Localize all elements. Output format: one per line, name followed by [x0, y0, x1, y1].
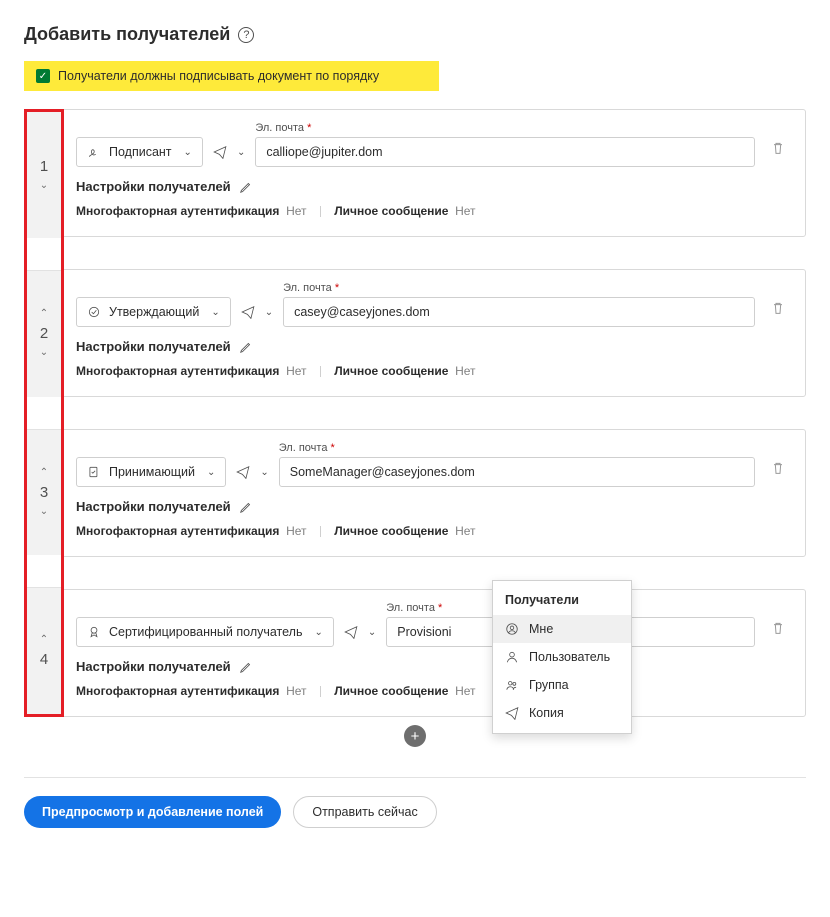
paper-plane-icon — [344, 625, 358, 639]
sign-in-order-row[interactable]: ✓ Получатели должны подписывать документ… — [24, 61, 439, 91]
send-now-button[interactable]: Отправить сейчас — [293, 796, 436, 828]
user-icon — [505, 650, 519, 664]
trash-icon[interactable] — [770, 460, 786, 476]
group-icon — [505, 678, 519, 692]
email-label: Эл. почта * — [283, 282, 755, 294]
recipient-card: Принимающий ⌄ ⌄ Эл. почта * Н — [61, 429, 806, 557]
paper-plane-icon — [236, 465, 250, 479]
recipient-card: Утверждающий ⌄ ⌄ Эл. почта * — [61, 269, 806, 397]
recipient-card: Подписант ⌄ ⌄ Эл. почта * Нас — [61, 109, 806, 237]
order-handle[interactable]: ⌃ 3 ⌄ — [27, 429, 61, 556]
chevron-up-icon[interactable]: ⌃ — [40, 468, 48, 478]
paper-plane-icon — [241, 305, 255, 319]
order-handle[interactable]: 1 ⌄ — [27, 112, 61, 238]
recipient-cards: Подписант ⌄ ⌄ Эл. почта * Нас — [61, 109, 806, 717]
role-select[interactable]: Утверждающий ⌄ — [76, 297, 231, 327]
recipients-area: 1 ⌄ ⌃ 2 ⌄ ⌃ 3 ⌄ ⌃ 4 — [24, 109, 806, 717]
help-icon[interactable]: ? — [238, 27, 254, 43]
chevron-down-icon: ⌄ — [265, 307, 273, 318]
order-number: 2 — [40, 325, 48, 342]
signer-icon — [87, 145, 101, 159]
role-label: Подписант — [109, 145, 172, 159]
add-recipient-row: + — [24, 725, 806, 747]
recipient-meta: Многофакторная аутентификация Нет Личное… — [76, 364, 755, 378]
order-number: 1 — [40, 158, 48, 175]
recipient-settings-label: Настройки получателей — [76, 339, 231, 354]
order-handle[interactable]: ⌃ 4 — [27, 587, 61, 714]
chevron-down-icon: ⌄ — [260, 467, 268, 478]
paper-plane-icon — [505, 706, 519, 720]
chevron-down-icon[interactable]: ⌄ — [40, 181, 48, 191]
email-input[interactable] — [279, 457, 755, 487]
chevron-down-icon: ⌄ — [237, 147, 245, 158]
order-column-highlight: 1 ⌄ ⌃ 2 ⌄ ⌃ 3 ⌄ ⌃ 4 — [24, 109, 64, 717]
recipient-type-dropdown: Получатели Мне Пользователь Группа Копия — [492, 580, 632, 734]
recipient-settings-label: Настройки получателей — [76, 179, 231, 194]
role-select[interactable]: Сертифицированный получатель ⌄ — [76, 617, 334, 647]
sign-in-order-label: Получатели должны подписывать документ п… — [58, 69, 379, 83]
trash-icon[interactable] — [770, 620, 786, 636]
role-select[interactable]: Принимающий ⌄ — [76, 457, 226, 487]
chevron-down-icon: ⌄ — [184, 147, 192, 158]
pencil-icon[interactable] — [239, 660, 253, 674]
pencil-icon[interactable] — [239, 500, 253, 514]
delivery-select[interactable]: ⌄ — [236, 457, 268, 487]
divider — [24, 777, 806, 778]
chevron-up-icon[interactable]: ⌃ — [40, 635, 48, 645]
recipient-settings-label: Настройки получателей — [76, 659, 231, 674]
dropdown-item-me[interactable]: Мне — [493, 615, 631, 643]
acceptor-icon — [87, 465, 101, 479]
dropdown-item-user[interactable]: Пользователь — [493, 643, 631, 671]
dropdown-item-group[interactable]: Группа — [493, 671, 631, 699]
preview-and-add-fields-button[interactable]: Предпросмотр и добавление полей — [24, 796, 281, 828]
recipient-card: Сертифицированный получатель ⌄ ⌄ Эл. поч… — [61, 589, 806, 717]
certified-recipient-icon — [87, 625, 101, 639]
chevron-down-icon: ⌄ — [207, 467, 215, 478]
delivery-select[interactable]: ⌄ — [241, 297, 273, 327]
approver-icon — [87, 305, 101, 319]
recipient-meta: Многофакторная аутентификация Нет Личное… — [76, 204, 755, 218]
email-label: Эл. почта * — [279, 442, 755, 454]
delivery-select[interactable]: ⌄ — [213, 137, 245, 167]
dropdown-item-copy[interactable]: Копия — [493, 699, 631, 727]
chevron-down-icon: ⌄ — [211, 307, 219, 318]
email-input[interactable] — [255, 137, 755, 167]
role-label: Принимающий — [109, 465, 195, 479]
order-number: 4 — [40, 651, 48, 668]
trash-icon[interactable] — [770, 300, 786, 316]
trash-icon[interactable] — [770, 140, 786, 156]
page-title-text: Добавить получателей — [24, 24, 230, 45]
role-select[interactable]: Подписант ⌄ — [76, 137, 203, 167]
chevron-down-icon[interactable]: ⌄ — [40, 507, 48, 517]
dropdown-title: Получатели — [493, 587, 631, 615]
email-label: Эл. почта * — [255, 122, 755, 134]
sign-in-order-checkbox[interactable]: ✓ — [36, 69, 50, 83]
chevron-down-icon[interactable]: ⌄ — [40, 348, 48, 358]
user-circle-icon — [505, 622, 519, 636]
recipient-meta: Многофакторная аутентификация Нет Личное… — [76, 684, 755, 698]
chevron-down-icon: ⌄ — [368, 627, 376, 638]
role-label: Утверждающий — [109, 305, 199, 319]
page-title: Добавить получателей ? — [24, 24, 806, 45]
email-input[interactable] — [283, 297, 755, 327]
order-handle[interactable]: ⌃ 2 ⌄ — [27, 270, 61, 397]
recipient-meta: Многофакторная аутентификация Нет Личное… — [76, 524, 755, 538]
pencil-icon[interactable] — [239, 180, 253, 194]
paper-plane-icon — [213, 145, 227, 159]
recipient-settings-label: Настройки получателей — [76, 499, 231, 514]
order-number: 3 — [40, 484, 48, 501]
role-label: Сертифицированный получатель — [109, 625, 302, 639]
add-recipient-button[interactable]: + — [404, 725, 426, 747]
footer-buttons: Предпросмотр и добавление полей Отправит… — [24, 796, 806, 828]
chevron-down-icon: ⌄ — [314, 627, 322, 638]
pencil-icon[interactable] — [239, 340, 253, 354]
delivery-select[interactable]: ⌄ — [344, 617, 376, 647]
chevron-up-icon[interactable]: ⌃ — [40, 309, 48, 319]
